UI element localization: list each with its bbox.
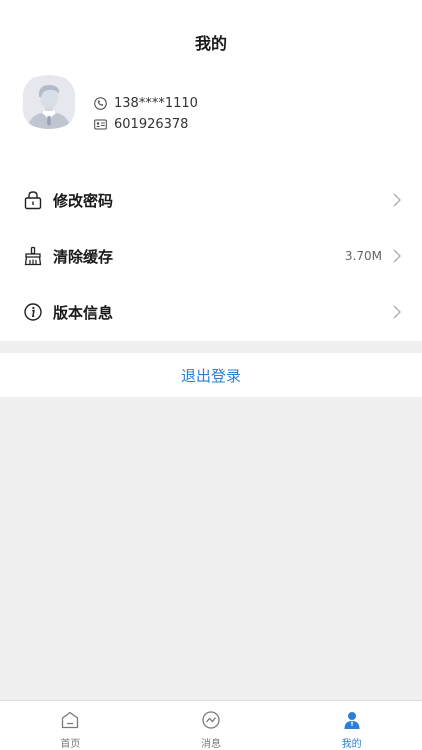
menu-item-label: 清除缓存 bbox=[53, 247, 114, 266]
avatar[interactable] bbox=[21, 74, 77, 130]
profile-screen: 我的 138****1110 601926378 修改密码 清除缓存 3.70M… bbox=[0, 0, 422, 750]
chevron-right-icon bbox=[393, 249, 401, 263]
broom-icon bbox=[24, 246, 42, 266]
id-number: 601926378 bbox=[114, 116, 189, 132]
profile-icon bbox=[344, 712, 360, 729]
lock-icon bbox=[24, 191, 42, 210]
chevron-right-icon bbox=[393, 305, 401, 319]
user-avatar-icon bbox=[22, 75, 76, 129]
info-icon bbox=[24, 303, 42, 321]
message-icon bbox=[202, 711, 220, 729]
menu-item-clear-cache[interactable]: 清除缓存 3.70M bbox=[20, 228, 422, 284]
id-info: 601926378 bbox=[94, 115, 188, 133]
page-title: 我的 bbox=[194, 34, 227, 53]
cache-size: 3.70M bbox=[344, 249, 382, 263]
menu-item-version-info[interactable]: 版本信息 bbox=[20, 284, 422, 340]
logout-button[interactable]: 退出登录 bbox=[0, 353, 422, 397]
phone-info: 138****1110 bbox=[94, 94, 198, 112]
tab-profile[interactable]: 我的 bbox=[281, 701, 422, 750]
top-section: 我的 138****1110 601926378 修改密码 清除缓存 3.70M… bbox=[0, 0, 422, 341]
tab-label: 首页 bbox=[60, 739, 81, 750]
chevron-right-icon bbox=[393, 193, 401, 207]
id-card-icon bbox=[94, 119, 107, 129]
phone-number: 138****1110 bbox=[114, 95, 198, 111]
tab-messages[interactable]: 消息 bbox=[141, 701, 282, 750]
tab-home[interactable]: 首页 bbox=[0, 701, 141, 750]
tab-label: 我的 bbox=[341, 739, 362, 750]
menu-item-change-password[interactable]: 修改密码 bbox=[20, 172, 422, 228]
tab-bar: 首页 消息 我的 bbox=[0, 700, 422, 750]
tab-label: 消息 bbox=[201, 739, 221, 750]
menu-item-label: 修改密码 bbox=[53, 191, 114, 210]
phone-icon bbox=[94, 96, 107, 110]
menu-item-label: 版本信息 bbox=[53, 303, 114, 322]
home-icon bbox=[62, 711, 79, 729]
